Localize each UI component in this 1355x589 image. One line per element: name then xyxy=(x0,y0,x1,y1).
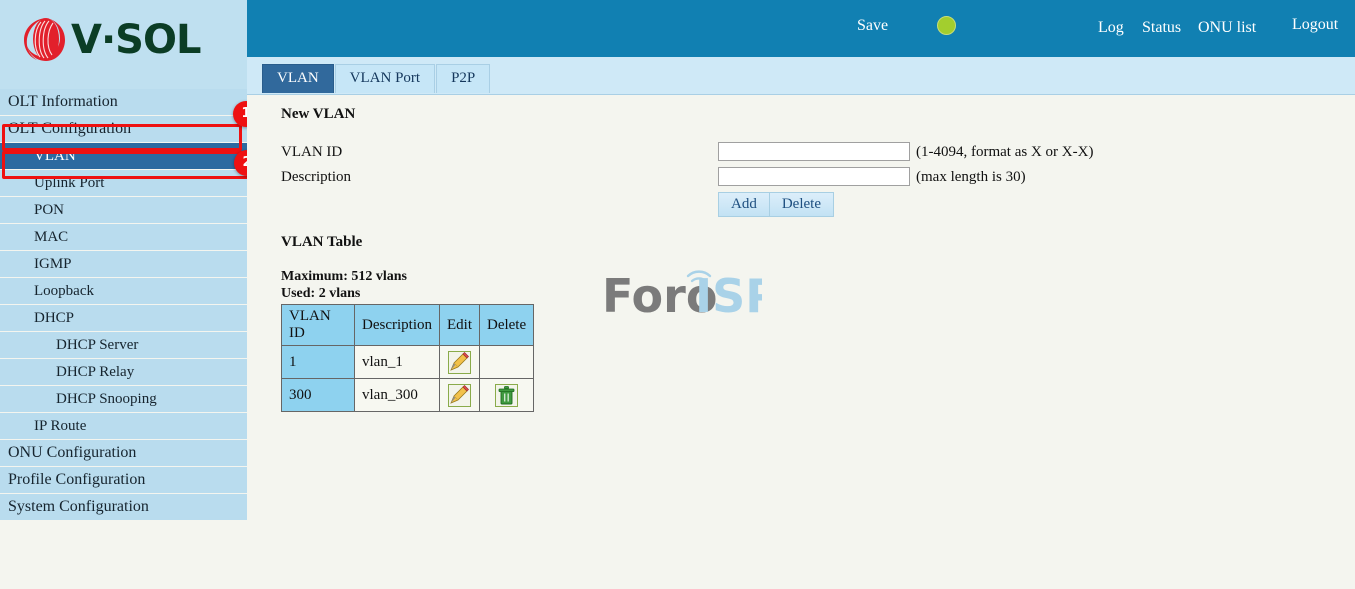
sidebar-navigation: OLT Information OLT Configuration VLAN U… xyxy=(0,89,247,521)
status-indicator-dot xyxy=(937,16,956,35)
vsol-flame-logo-icon xyxy=(20,16,66,64)
pencil-edit-icon[interactable] xyxy=(447,383,471,407)
sidebar-item-onu-configuration[interactable]: ONU Configuration xyxy=(0,440,247,466)
form-button-group: Add Delete xyxy=(718,192,834,217)
maximum-vlans-text: Maximum: 512 vlans xyxy=(281,269,407,284)
sidebar-item-ip-route[interactable]: IP Route xyxy=(0,413,247,439)
tab-list: VLAN VLAN Port P2P xyxy=(262,64,491,93)
vlan-id-input[interactable] xyxy=(718,142,910,161)
vlan-table: VLAN ID Description Edit Delete 1 vlan_1 xyxy=(281,304,535,412)
column-header-edit: Edit xyxy=(438,304,480,346)
log-link[interactable]: Log xyxy=(1098,19,1124,37)
top-header-bar: Save Log Status ONU list Logout xyxy=(247,0,1355,57)
brand-logo[interactable]: V·SOL xyxy=(20,16,201,64)
vlan-configuration-page: V·SOL Save Log Status ONU list Logout VL… xyxy=(0,0,1355,589)
used-vlans-text: Used: 2 vlans xyxy=(281,286,361,301)
cell-vlan-id: 1 xyxy=(281,345,355,379)
main-content: Foro ISP New VLAN VLAN ID (1-4094, forma… xyxy=(247,95,1355,589)
column-header-delete: Delete xyxy=(478,304,535,346)
tab-vlan[interactable]: VLAN xyxy=(262,64,334,93)
column-header-description: Description xyxy=(354,304,440,346)
vlan-table-heading: VLAN Table xyxy=(281,234,363,250)
cell-vlan-id: 300 xyxy=(281,378,355,412)
sidebar-item-olt-information[interactable]: OLT Information xyxy=(0,89,247,115)
sidebar-item-dhcp-relay[interactable]: DHCP Relay xyxy=(0,359,247,385)
sidebar-item-loopback[interactable]: Loopback xyxy=(0,278,247,304)
sidebar-item-vlan[interactable]: VLAN xyxy=(0,143,247,169)
cell-delete-empty xyxy=(478,345,535,379)
sidebar-item-igmp[interactable]: IGMP xyxy=(0,251,247,277)
logo-area: V·SOL xyxy=(0,0,247,89)
svg-text:ISP: ISP xyxy=(695,269,762,318)
table-row: 300 vlan_300 xyxy=(281,378,535,412)
table-header-row: VLAN ID Description Edit Delete xyxy=(281,304,535,346)
description-label: Description xyxy=(281,169,351,185)
pencil-edit-icon[interactable] xyxy=(447,350,471,374)
sidebar-item-pon[interactable]: PON xyxy=(0,197,247,223)
sidebar-item-mac[interactable]: MAC xyxy=(0,224,247,250)
sidebar-item-olt-configuration[interactable]: OLT Configuration xyxy=(0,116,247,142)
vlan-id-hint: (1-4094, format as X or X-X) xyxy=(916,144,1094,160)
sidebar-item-dhcp-snooping[interactable]: DHCP Snooping xyxy=(0,386,247,412)
description-hint: (max length is 30) xyxy=(916,169,1026,185)
new-vlan-heading: New VLAN xyxy=(281,106,356,122)
sidebar-item-uplink-port[interactable]: Uplink Port xyxy=(0,170,247,196)
cell-edit xyxy=(438,345,480,379)
tab-strip: VLAN VLAN Port P2P xyxy=(247,57,1355,95)
onu-list-link[interactable]: ONU list xyxy=(1198,19,1256,37)
logout-link[interactable]: Logout xyxy=(1292,16,1338,34)
vlan-id-label: VLAN ID xyxy=(281,144,343,160)
cell-delete xyxy=(478,378,535,412)
status-link[interactable]: Status xyxy=(1142,19,1181,37)
table-row: 1 vlan_1 xyxy=(281,345,535,379)
delete-button[interactable]: Delete xyxy=(769,193,833,216)
sidebar-item-dhcp-server[interactable]: DHCP Server xyxy=(0,332,247,358)
sidebar-item-profile-configuration[interactable]: Profile Configuration xyxy=(0,467,247,493)
save-button[interactable]: Save xyxy=(857,17,888,35)
svg-text:Foro: Foro xyxy=(602,269,717,318)
cell-description: vlan_300 xyxy=(354,378,440,412)
add-button[interactable]: Add xyxy=(719,193,770,216)
brand-logo-text: V·SOL xyxy=(71,17,201,63)
cell-description: vlan_1 xyxy=(354,345,440,379)
foroisp-watermark: Foro ISP xyxy=(602,260,779,323)
column-header-vlan-id: VLAN ID xyxy=(281,304,355,346)
cell-edit xyxy=(438,378,480,412)
tab-vlan-port[interactable]: VLAN Port xyxy=(334,64,436,93)
description-input[interactable] xyxy=(718,167,910,186)
trash-delete-icon[interactable] xyxy=(495,383,519,407)
sidebar-item-system-configuration[interactable]: System Configuration xyxy=(0,494,247,520)
tab-p2p[interactable]: P2P xyxy=(436,64,491,93)
sidebar-item-dhcp[interactable]: DHCP xyxy=(0,305,247,331)
